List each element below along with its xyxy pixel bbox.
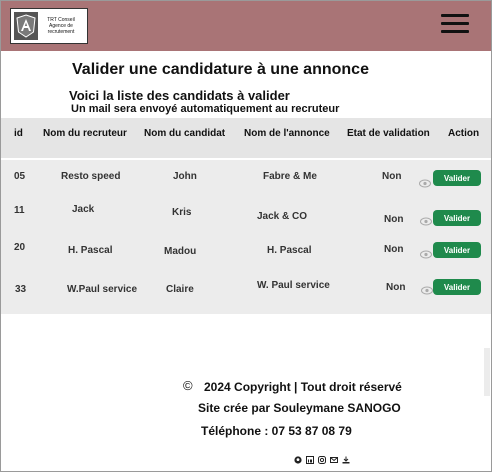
hamburger-menu-icon[interactable]: [441, 14, 469, 36]
cell-id: 11: [14, 205, 25, 216]
cell-recruteur: Jack: [72, 204, 95, 215]
cell-candidat: Madou: [164, 246, 197, 257]
copyright-icon: ©: [183, 378, 193, 393]
instagram-icon[interactable]: [317, 455, 326, 464]
page-note: Un mail sera envoyé automatiquement au r…: [71, 103, 340, 115]
table-header: id Nom du recruteur Nom du candidat Nom …: [1, 118, 491, 158]
validate-button[interactable]: Valider: [433, 242, 481, 258]
cell-annonce: H. Pascal: [267, 245, 312, 256]
validate-button[interactable]: Valider: [433, 279, 481, 295]
column-header-id: id: [14, 128, 23, 139]
cell-etat: Non: [384, 214, 404, 225]
cell-recruteur: W.Paul service: [67, 284, 138, 295]
cell-id: 20: [14, 242, 26, 253]
logo[interactable]: TRT Conseil Agence de recrutement: [10, 8, 88, 44]
eye-icon[interactable]: [419, 179, 431, 188]
cell-annonce: Fabre & Me: [263, 171, 317, 182]
column-header-candidat: Nom du candidat: [144, 128, 226, 139]
cell-etat: Non: [384, 244, 404, 255]
cell-annonce: Jack & CO: [257, 211, 308, 222]
cell-candidat: John: [173, 171, 197, 182]
mail-icon[interactable]: [329, 455, 338, 464]
page-subtitle: Voici la liste des candidats à valider: [69, 88, 290, 103]
copyright-text: 2024 Copyright | Tout droit réservé: [204, 380, 402, 394]
cell-id: 05: [14, 171, 26, 182]
hamburger-line: [441, 30, 469, 33]
column-header-recruteur: Nom du recruteur: [43, 128, 127, 139]
eye-icon[interactable]: [420, 250, 432, 259]
linkedin-icon[interactable]: [305, 455, 314, 464]
cell-recruteur: H. Pascal: [68, 245, 113, 256]
cell-id: 33: [15, 284, 27, 295]
github-icon[interactable]: [293, 455, 302, 464]
eye-icon[interactable]: [420, 217, 432, 226]
cell-annonce: W. Paul service: [257, 280, 330, 291]
eye-icon[interactable]: [421, 286, 433, 295]
phone-text: Téléphone : 07 53 87 08 79: [201, 424, 352, 438]
validate-button[interactable]: Valider: [433, 170, 481, 186]
validate-button[interactable]: Valider: [433, 210, 481, 226]
header-bar: TRT Conseil Agence de recrutement: [1, 1, 491, 51]
hamburger-line: [441, 22, 469, 25]
credit-text: Site crée par Souleymane SANOGO: [198, 401, 401, 415]
cell-etat: Non: [386, 282, 406, 293]
angular-logo-icon: [14, 12, 38, 40]
cell-candidat: Claire: [166, 284, 194, 295]
page-title: Valider une candidature à une annonce: [72, 61, 369, 78]
hamburger-line: [441, 14, 469, 17]
cell-etat: Non: [382, 171, 402, 182]
cell-candidat: Kris: [172, 207, 192, 218]
column-header-etat: Etat de validation: [347, 128, 430, 139]
cell-recruteur: Resto speed: [61, 171, 121, 182]
column-header-action: Action: [448, 128, 480, 139]
logo-line-3: recrutement: [47, 29, 75, 35]
social-links: [293, 455, 350, 464]
column-header-annonce: Nom de l'annonce: [244, 128, 330, 139]
logo-text: TRT Conseil Agence de recrutement: [38, 17, 84, 35]
scrollbar-thumb[interactable]: [484, 348, 490, 396]
download-icon[interactable]: [341, 455, 350, 464]
